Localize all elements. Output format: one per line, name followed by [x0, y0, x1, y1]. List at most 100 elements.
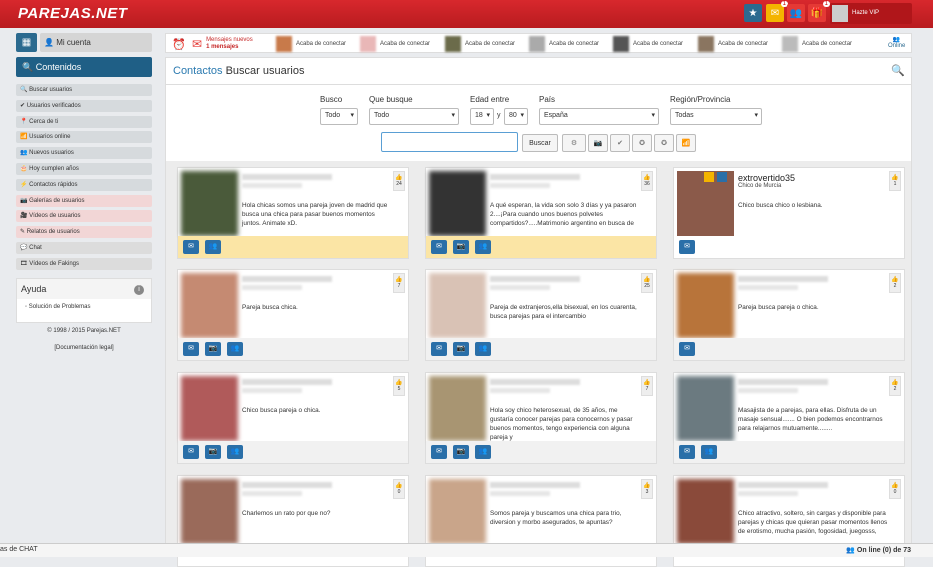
- card-title[interactable]: extrovertido35: [738, 173, 795, 183]
- thumbs-up-icon[interactable]: 👍 7: [393, 273, 405, 293]
- contacts-icon[interactable]: 👥: [227, 445, 243, 459]
- camera-icon[interactable]: 📷: [453, 240, 469, 254]
- account-button[interactable]: 👤 Mi cuenta: [40, 33, 152, 52]
- message-icon[interactable]: ✉: [183, 445, 199, 459]
- thumbs-up-icon[interactable]: 👍 2: [889, 376, 901, 396]
- vip-filter[interactable]: ✪: [654, 134, 674, 152]
- sidebar-item-nuevos[interactable]: 👥 Nuevos usuarios: [16, 147, 152, 160]
- user-card[interactable]: extrovertido35 Chico de Murcia Chico busca…: [673, 167, 905, 259]
- message-icon[interactable]: ✉: [679, 445, 695, 459]
- thumbs-up-icon[interactable]: 👍 0: [393, 479, 405, 499]
- thumbs-up-icon[interactable]: 👍 1: [889, 171, 901, 191]
- legal-link[interactable]: [Documentación legal]: [16, 345, 152, 351]
- sidebar-item-contactos[interactable]: ⚡ Contactos rápidos: [16, 178, 152, 191]
- message-icon[interactable]: ✉: [431, 240, 447, 254]
- user-card[interactable]: Pareja busca pareja o chica. 👍 2 ✉: [673, 269, 905, 361]
- card-text: Chico busca pareja o chica.: [242, 407, 321, 414]
- connect-item[interactable]: Acaba de conectar: [613, 36, 683, 52]
- contacts-icon[interactable]: 👥: [475, 240, 491, 254]
- camera-icon[interactable]: 📷: [453, 445, 469, 459]
- connect-item[interactable]: Acaba de conectar: [360, 36, 430, 52]
- connect-item[interactable]: Acaba de conectar: [782, 36, 852, 52]
- message-icon[interactable]: ✉: [679, 342, 695, 356]
- users-icon[interactable]: 👥: [787, 4, 805, 22]
- award-icon[interactable]: ★: [744, 4, 762, 22]
- online-count[interactable]: 👥 On line (0) de 73: [846, 546, 911, 554]
- card-text: Hola chicas somos una pareja joven de ma…: [242, 202, 388, 227]
- chat-label[interactable]: as de CHAT: [0, 546, 38, 553]
- thumbs-up-icon[interactable]: 👍 24: [393, 171, 405, 191]
- sidebar-item-galerias[interactable]: 📷 Galerías de usuarios: [16, 194, 152, 207]
- search-input[interactable]: [381, 132, 518, 152]
- new-messages[interactable]: ✉ Mensajes nuevos 1 mensajes: [192, 36, 253, 52]
- user-card[interactable]: Pareja de extranjeros,ella bisexual, en …: [425, 269, 657, 361]
- que-select[interactable]: Todo: [369, 108, 459, 125]
- sidebar-item-online[interactable]: 📶 Usuarios online: [16, 131, 152, 144]
- connect-item[interactable]: Acaba de conectar: [445, 36, 515, 52]
- camera-filter[interactable]: 📷: [588, 134, 608, 152]
- user-card[interactable]: Masajista de a parejas, para ellas. Disf…: [673, 372, 905, 464]
- message-icon[interactable]: ✉: [431, 342, 447, 356]
- edad-max-select[interactable]: 80: [504, 108, 528, 125]
- vip-label: Hazte VIP: [852, 10, 880, 16]
- user-card[interactable]: Chico busca pareja o chica. 👍 5 ✉ 📷 👥: [177, 372, 409, 464]
- contacts-icon[interactable]: 👥: [475, 445, 491, 459]
- edad-min-select[interactable]: 18: [470, 108, 494, 125]
- thumbs-up-icon[interactable]: 👍 0: [889, 479, 901, 499]
- contacts-icon[interactable]: 👥: [475, 342, 491, 356]
- thumbs-up-icon[interactable]: 👍 36: [641, 171, 653, 191]
- thumbs-up-icon[interactable]: 👍 3: [641, 479, 653, 499]
- sidebar-item-chat[interactable]: 💬 Chat: [16, 241, 152, 254]
- verified-badge: [717, 172, 727, 182]
- thumbs-up-icon[interactable]: 👍 7: [641, 376, 653, 396]
- settings-filter[interactable]: ⚙: [562, 134, 586, 152]
- vip-button[interactable]: Hazte VIP: [830, 3, 912, 24]
- connect-item[interactable]: Acaba de conectar: [276, 36, 346, 52]
- user-card[interactable]: Pareja busca chica. 👍 7 ✉ 📷 👥: [177, 269, 409, 361]
- help-link[interactable]: ◦ Solución de Problemas: [17, 299, 151, 315]
- award-filter[interactable]: ✪: [632, 134, 652, 152]
- pais-select[interactable]: España: [539, 108, 659, 125]
- message-icon[interactable]: ✉: [431, 445, 447, 459]
- message-icon[interactable]: ✉: [679, 240, 695, 254]
- sidebar-item-relatos[interactable]: ✎ Relatos de usuarios: [16, 226, 152, 239]
- camera-icon[interactable]: 📷: [205, 342, 221, 356]
- breadcrumb[interactable]: Contactos: [173, 65, 223, 77]
- alarm-icon[interactable]: ⏰: [172, 36, 186, 52]
- search-button[interactable]: Buscar: [522, 134, 558, 152]
- sidebar-item-buscar[interactable]: 🔍 Buscar usuarios: [16, 84, 152, 96]
- sidebar-item-cerca[interactable]: 📍 Cerca de ti: [16, 115, 152, 128]
- contacts-icon[interactable]: 👥: [205, 240, 221, 254]
- logo[interactable]: PAREJAS.NET: [18, 5, 127, 22]
- camera-icon[interactable]: 📷: [205, 445, 221, 459]
- sidebar-item-videos[interactable]: 🎥 Vídeos de usuarios: [16, 210, 152, 223]
- sidebar-item-cumple[interactable]: 🎂 Hoy cumplen años: [16, 162, 152, 175]
- contents-button[interactable]: 🔍 Contenidos: [16, 57, 152, 77]
- verified-filter[interactable]: ✔: [610, 134, 630, 152]
- chat-bar[interactable]: as de CHAT 👥 On line (0) de 73: [0, 543, 933, 557]
- mail-icon[interactable]: ✉ 1: [766, 1, 788, 22]
- gift-icon[interactable]: 🎁 1: [808, 1, 830, 22]
- grid-icon[interactable]: ▦: [16, 33, 37, 52]
- wifi-filter[interactable]: 📶: [676, 134, 696, 152]
- user-card[interactable]: A qué esperan, la vida son solo 3 días y…: [425, 167, 657, 259]
- user-card[interactable]: Hola soy chico heterosexual, de 35 años,…: [425, 372, 657, 464]
- region-select[interactable]: Todas: [670, 108, 762, 125]
- sidebar-item-verificados[interactable]: ✔ Usuarios verificados: [16, 99, 152, 112]
- sidebar-item-fakings[interactable]: 🎞 Vídeos de Fakings: [16, 257, 152, 270]
- thumbs-up-icon[interactable]: 👍 25: [641, 273, 653, 293]
- thumbs-up-icon[interactable]: 👍 2: [889, 273, 901, 293]
- message-icon[interactable]: ✉: [183, 240, 199, 254]
- user-card[interactable]: Hola chicas somos una pareja joven de ma…: [177, 167, 409, 259]
- connect-item[interactable]: Acaba de conectar: [698, 36, 768, 52]
- message-icon[interactable]: ✉: [183, 342, 199, 356]
- search-icon[interactable]: 🔍: [891, 64, 905, 77]
- card-text: Somos pareja y buscamos una chica para t…: [490, 510, 622, 526]
- online-link[interactable]: 👥 Online: [888, 36, 905, 52]
- camera-icon[interactable]: 📷: [453, 342, 469, 356]
- busco-select[interactable]: Todo: [320, 108, 358, 125]
- connect-item[interactable]: Acaba de conectar: [529, 36, 599, 52]
- thumbs-up-icon[interactable]: 👍 5: [393, 376, 405, 396]
- contacts-icon[interactable]: 👥: [701, 445, 717, 459]
- contacts-icon[interactable]: 👥: [227, 342, 243, 356]
